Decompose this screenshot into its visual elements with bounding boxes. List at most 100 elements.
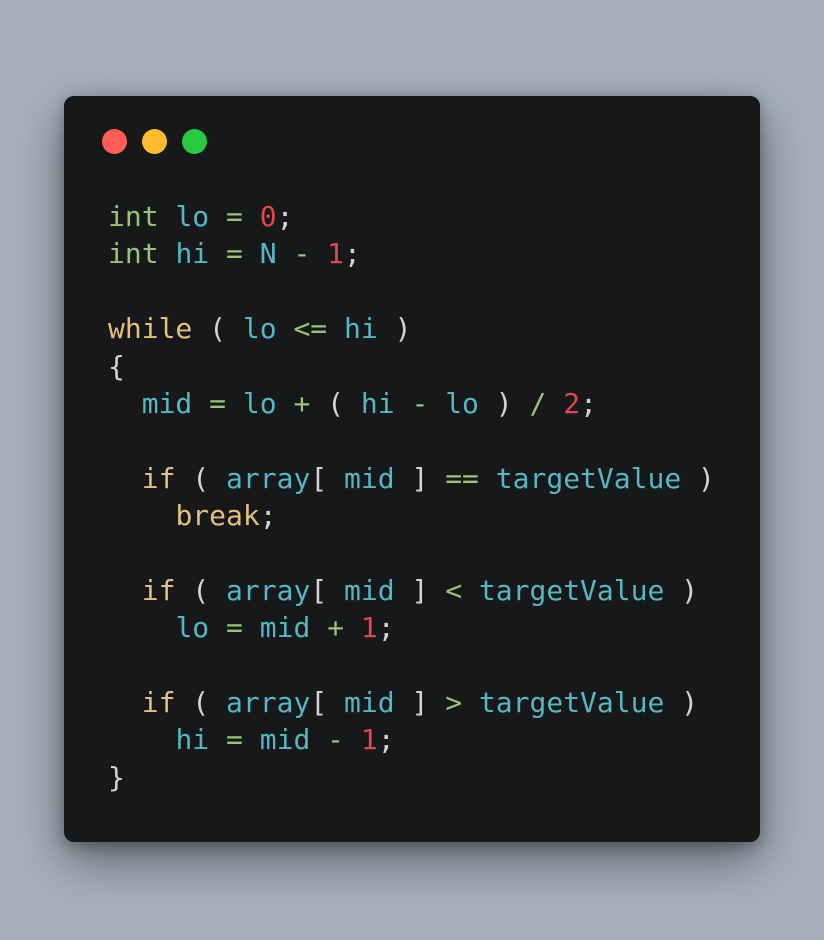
code-token-type: int [108, 200, 159, 233]
code-token-punct: } [108, 760, 125, 794]
code-token-operator: - [327, 723, 345, 757]
code-token-number: 1 [360, 723, 378, 757]
code-token-operator: < [445, 573, 463, 607]
code-token-punct: ) [478, 386, 530, 420]
code-token-punct: ( [310, 386, 361, 420]
code-line: int lo = 0; [108, 198, 715, 235]
code-token-number: 1 [360, 611, 378, 645]
code-token-punct [209, 611, 226, 644]
code-token-identifier: array [226, 461, 311, 495]
code-token-punct [243, 237, 260, 270]
code-token-operator: == [445, 461, 479, 495]
code-token-punct [108, 387, 142, 420]
code-token-punct: ) [377, 312, 412, 346]
maximize-button[interactable] [182, 129, 207, 154]
code-line: break; [108, 497, 715, 534]
code-token-punct: ; [276, 200, 294, 233]
code-line: if ( array[ mid ] == targetValue ) [108, 460, 715, 497]
code-token-operator: / [529, 386, 547, 420]
code-token-punct: [ [310, 686, 345, 720]
code-token-punct [159, 237, 176, 270]
code-token-identifier: lo [175, 611, 210, 645]
code-token-punct [277, 387, 294, 420]
code-token-keyword: if [141, 461, 176, 495]
code-line: if ( array[ mid ] > targetValue ) [108, 684, 715, 721]
code-token-identifier: mid [259, 723, 311, 757]
code-token-keyword: while [108, 312, 193, 346]
code-token-punct: ) [664, 573, 699, 607]
code-token-punct: ) [664, 686, 699, 720]
code-token-number: 2 [563, 386, 581, 420]
code-token-identifier: N [259, 237, 277, 271]
code-token-identifier: mid [344, 686, 395, 720]
code-token-number: 1 [327, 237, 345, 271]
code-token-identifier: hi [344, 312, 378, 346]
code-token-punct: ; [377, 723, 395, 757]
code-token-punct: ( [192, 312, 243, 346]
code-token-punct [108, 686, 142, 719]
code-token-punct [310, 237, 327, 270]
close-button[interactable] [102, 129, 127, 154]
code-token-identifier: mid [344, 573, 395, 607]
code-token-identifier: mid [344, 461, 395, 495]
window-controls [102, 129, 207, 154]
code-token-punct [209, 237, 226, 270]
code-token-operator: = [226, 237, 243, 271]
code-token-number: 0 [259, 200, 277, 233]
code-token-punct [310, 723, 327, 756]
code-token-punct [327, 312, 344, 345]
code-token-identifier: array [226, 686, 311, 720]
code-token-operator: = [226, 723, 243, 757]
code-token-punct [546, 387, 563, 420]
code-token-type: int [108, 237, 159, 271]
code-token-keyword: if [141, 573, 176, 607]
code-line: int hi = N - 1; [108, 235, 715, 272]
code-line: mid = lo + ( hi - lo ) / 2; [108, 385, 715, 422]
code-token-punct [462, 686, 479, 719]
code-token-keyword: if [141, 686, 176, 720]
code-token-punct: ; [344, 237, 361, 271]
code-token-punct [243, 611, 260, 644]
code-token-operator: <= [293, 312, 328, 346]
code-line: if ( array[ mid ] < targetValue ) [108, 572, 715, 609]
code-token-punct [277, 312, 294, 345]
code-token-punct: ( [175, 686, 227, 720]
minimize-button[interactable] [142, 129, 167, 154]
code-token-operator: - [293, 237, 311, 271]
code-token-punct [479, 462, 496, 495]
code-token-punct [108, 462, 142, 495]
code-token-punct [428, 387, 445, 420]
code-token-punct [395, 387, 412, 420]
code-line: while ( lo <= hi ) [108, 310, 715, 347]
code-token-punct: ( [175, 573, 227, 607]
code-token-identifier: hi [360, 386, 395, 420]
code-token-punct [159, 200, 176, 233]
code-token-punct [192, 387, 209, 420]
code-token-punct: ; [580, 386, 597, 420]
code-token-punct [108, 723, 175, 756]
code-token-punct: ) [681, 461, 715, 495]
code-token-punct: ] [394, 686, 446, 720]
code-token-punct [226, 387, 243, 420]
code-token-keyword: break [175, 499, 260, 533]
code-token-identifier: hi [175, 723, 210, 757]
code-token-punct: { [108, 349, 125, 383]
code-block: int lo = 0; int hi = N - 1; while ( lo <= … [108, 198, 715, 796]
code-token-identifier: array [226, 573, 311, 607]
code-token-punct [108, 611, 175, 644]
code-token-punct [243, 200, 260, 233]
code-token-punct [209, 723, 226, 756]
code-token-punct: ] [394, 573, 446, 607]
code-token-punct: [ [310, 461, 345, 495]
code-token-identifier: lo [445, 386, 479, 420]
code-token-punct [310, 611, 327, 644]
code-token-operator: > [445, 686, 463, 720]
code-token-identifier: targetValue [478, 573, 665, 607]
code-token-punct: ] [394, 461, 446, 495]
code-token-punct [243, 723, 260, 756]
code-token-operator: - [411, 386, 429, 420]
code-line: { [108, 348, 715, 385]
